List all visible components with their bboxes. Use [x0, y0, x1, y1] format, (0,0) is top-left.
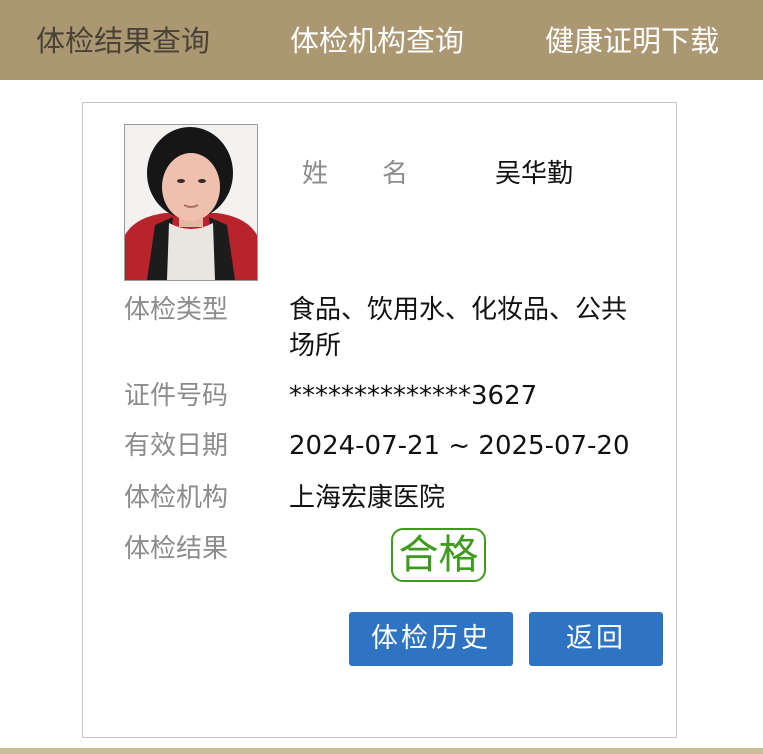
tab-certificate-download[interactable]: 健康证明下载: [545, 20, 719, 62]
name-value: 吴华勤: [495, 159, 574, 189]
id-photo: [124, 124, 258, 281]
person-photo-icon: [125, 125, 257, 280]
result-stamp: 合格: [391, 528, 486, 582]
exam-type-label: 体检类型: [124, 295, 229, 325]
id-number-label: 证件号码: [124, 381, 229, 411]
exam-result-label: 体检结果: [124, 534, 229, 564]
bottom-divider: [0, 748, 763, 754]
id-number-value: **************3627: [289, 381, 538, 411]
exam-type-value: 食品、饮用水、化妆品、公共场所: [289, 295, 628, 361]
institution-value: 上海宏康医院: [289, 483, 446, 513]
back-button[interactable]: 返回: [529, 612, 663, 666]
exam-result-card: 姓名 吴华勤 体检类型 食品、饮用水、化妆品、公共场所 证件号码 *******…: [82, 102, 677, 738]
top-nav: 体检结果查询 体检机构查询 健康证明下载: [0, 0, 763, 80]
name-label: 姓名: [302, 159, 463, 189]
valid-date-value: 2024-07-21 ~ 2025-07-20: [289, 431, 630, 461]
valid-date-label: 有效日期: [124, 431, 229, 461]
exam-history-button[interactable]: 体检历史: [349, 612, 513, 666]
tab-institution-query[interactable]: 体检机构查询: [290, 20, 464, 62]
tab-exam-result-query[interactable]: 体检结果查询: [36, 20, 210, 62]
institution-label: 体检机构: [124, 483, 229, 513]
